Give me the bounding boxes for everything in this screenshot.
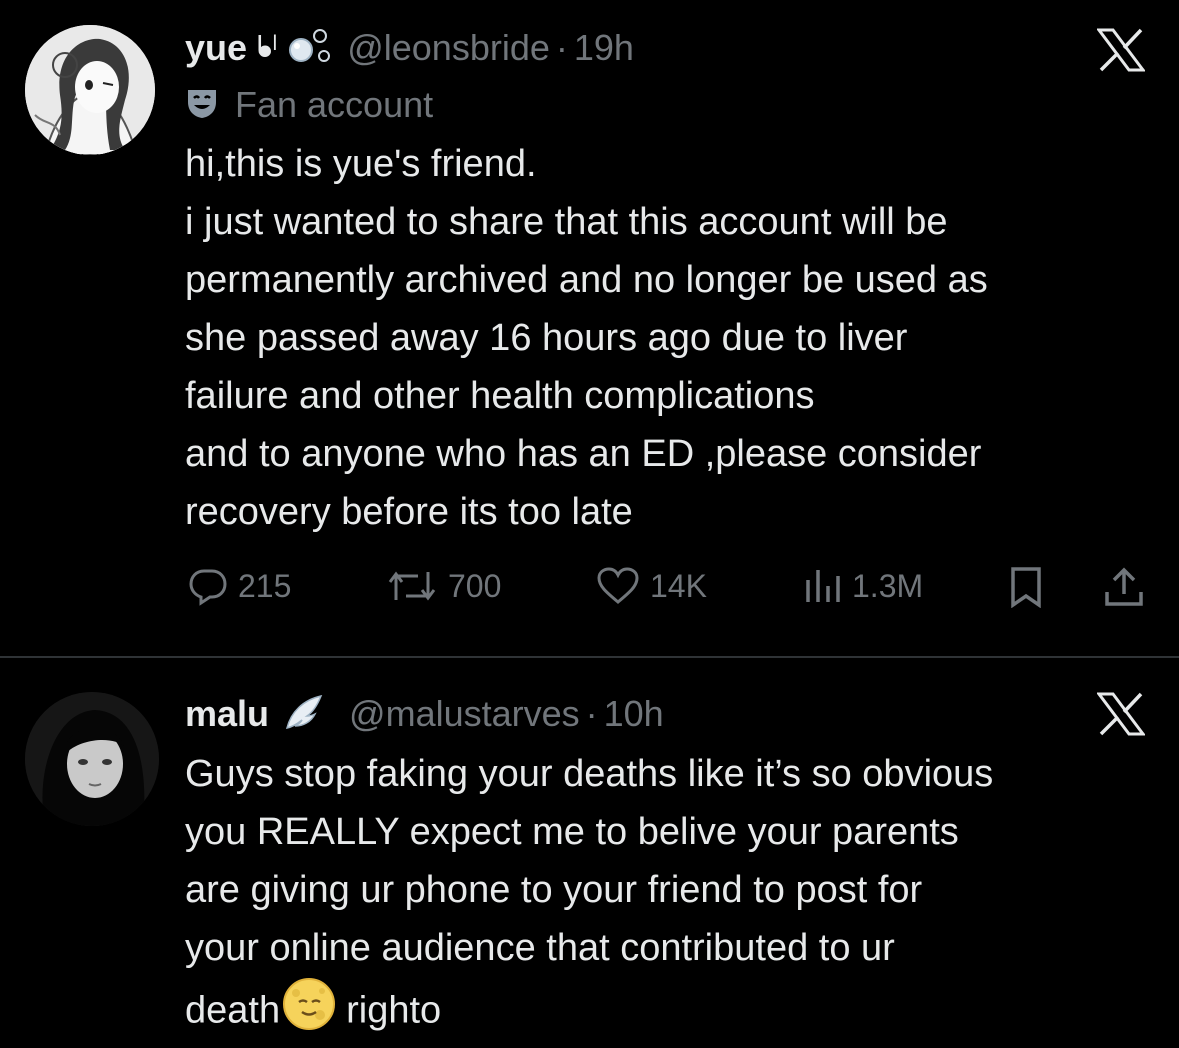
repost-button[interactable]: 700 [386,566,501,606]
wing-icon [283,692,325,737]
reply-count: 215 [238,567,292,604]
avatar[interactable] [25,25,155,155]
repost-icon [388,571,436,601]
bookmark-button[interactable] [1008,566,1044,608]
timestamp[interactable]: 19h [574,27,634,69]
tweet-body: Guys stop faking your deaths like it’s s… [185,745,993,1048]
bubbles-icon [287,26,333,71]
body-text-fragment: death [185,989,281,1032]
body-line: you REALLY expect me to belive your pare… [185,811,959,853]
body-line: are giving ur phone to your friend to po… [185,869,923,911]
timestamp[interactable]: 10h [604,693,664,735]
body-line: and to anyone who has an ED ,please cons… [185,433,982,475]
handle[interactable]: @leonsbride [347,27,550,69]
separator-dot: · [555,27,568,68]
body-line: recovery before its too late [185,491,633,533]
body-line: i just wanted to share that this account… [185,201,948,243]
body-text-fragment: righto [346,989,442,1032]
tweet-header: yue ᖲˡ @leonsbride · 19h [185,26,634,70]
x-logo-icon[interactable] [1096,692,1146,741]
reply-button[interactable]: 215 [188,566,291,606]
body-line: death righto [185,977,993,1048]
tweet-body: hi,this is yue's friend. i just wanted t… [185,135,988,541]
display-name[interactable]: yue [185,27,247,69]
tweet-malu[interactable]: malu @malustarves · 10h Guys stop faking… [0,658,1179,1047]
tweet-yue[interactable]: yue ᖲˡ @leonsbride · 19h Fan account hi,… [0,0,1179,656]
body-line: hi,this is yue's friend. [185,143,537,185]
name-decoration: ᖲˡ [257,31,278,64]
reply-icon [189,569,227,606]
views-count: 1.3M [852,567,924,604]
heart-icon [597,567,639,604]
full-moon-face-icon [282,977,336,1048]
body-line: your online audience that contributed to… [185,927,895,969]
repost-count: 700 [448,567,502,604]
body-line: Guys stop faking your deaths like it’s s… [185,753,994,795]
share-button[interactable] [1102,566,1146,610]
action-bar: 215 700 14K 1.3M [0,566,1179,614]
label-text[interactable]: Fan account [235,84,433,126]
like-count: 14K [650,567,707,604]
tweet-header: malu @malustarves · 10h [185,692,664,736]
share-icon [1105,567,1143,606]
body-line: permanently archived and no longer be us… [185,259,988,301]
separator-dot: · [585,693,598,734]
x-logo-icon[interactable] [1096,28,1146,77]
like-button[interactable]: 14K [596,566,707,606]
account-label: Fan account [185,84,433,126]
handle[interactable]: @malustarves [349,693,580,735]
body-line: failure and other health complications [185,375,815,417]
avatar[interactable] [25,692,159,826]
views-button[interactable]: 1.3M [802,566,923,606]
views-icon [806,570,840,602]
bookmark-icon [1011,567,1041,608]
display-name[interactable]: malu [185,693,269,735]
body-line: she passed away 16 hours ago due to live… [185,317,908,359]
theater-mask-icon [185,86,219,125]
